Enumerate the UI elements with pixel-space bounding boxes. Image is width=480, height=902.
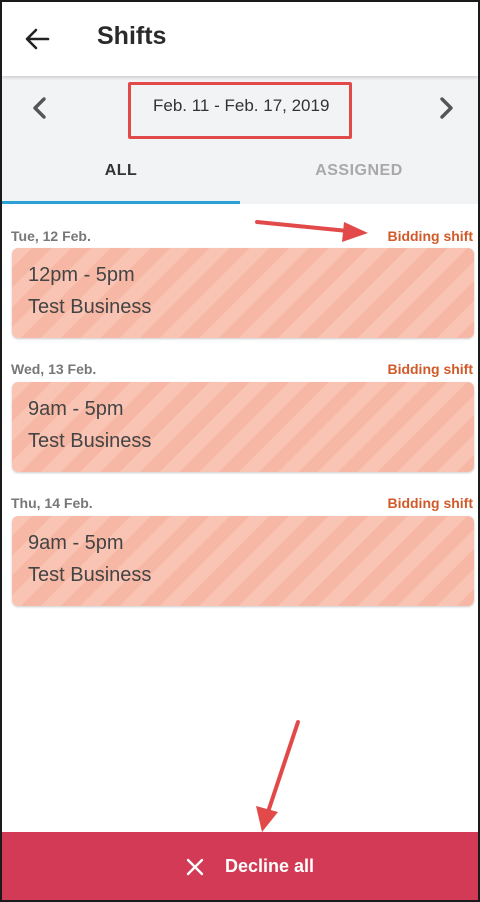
decline-all-label: Decline all: [225, 856, 315, 876]
shift-status-label: Bidding shift: [387, 495, 473, 511]
shift-business: Test Business: [28, 430, 152, 452]
app-frame: Shifts Feb. 11 - Feb. 17, 2019 ALL ASSIG…: [0, 0, 480, 902]
shift-day-label: Thu, 14 Feb.: [11, 495, 93, 511]
back-arrow-icon[interactable]: [22, 24, 52, 54]
shift-status-label: Bidding shift: [387, 228, 473, 244]
shift-business: Test Business: [28, 296, 152, 318]
chevron-right-icon[interactable]: [432, 94, 460, 122]
active-tab-indicator: [2, 201, 240, 204]
app-bar: Shifts: [2, 2, 478, 76]
shift-time: 12pm - 5pm: [28, 264, 135, 286]
shift-day-label: Tue, 12 Feb.: [11, 228, 91, 244]
shift-card[interactable]: 12pm - 5pm Test Business: [12, 248, 474, 338]
decline-all-button[interactable]: Decline all: [2, 832, 478, 900]
page-title: Shifts: [97, 22, 167, 50]
shift-day-label: Wed, 13 Feb.: [11, 361, 97, 377]
week-range-label[interactable]: Feb. 11 - Feb. 17, 2019: [153, 96, 329, 116]
shift-card[interactable]: 9am - 5pm Test Business: [12, 382, 474, 472]
shift-card[interactable]: 9am - 5pm Test Business: [12, 516, 474, 606]
tab-assigned[interactable]: ASSIGNED: [240, 162, 478, 180]
shift-status-label: Bidding shift: [387, 361, 473, 377]
chevron-left-icon[interactable]: [26, 94, 54, 122]
week-selector: Feb. 11 - Feb. 17, 2019 ALL ASSIGNED: [2, 76, 478, 204]
close-icon: [184, 856, 206, 878]
shift-business: Test Business: [28, 564, 152, 586]
shift-time: 9am - 5pm: [28, 532, 124, 554]
tab-all[interactable]: ALL: [2, 162, 240, 180]
shift-time: 9am - 5pm: [28, 398, 124, 420]
